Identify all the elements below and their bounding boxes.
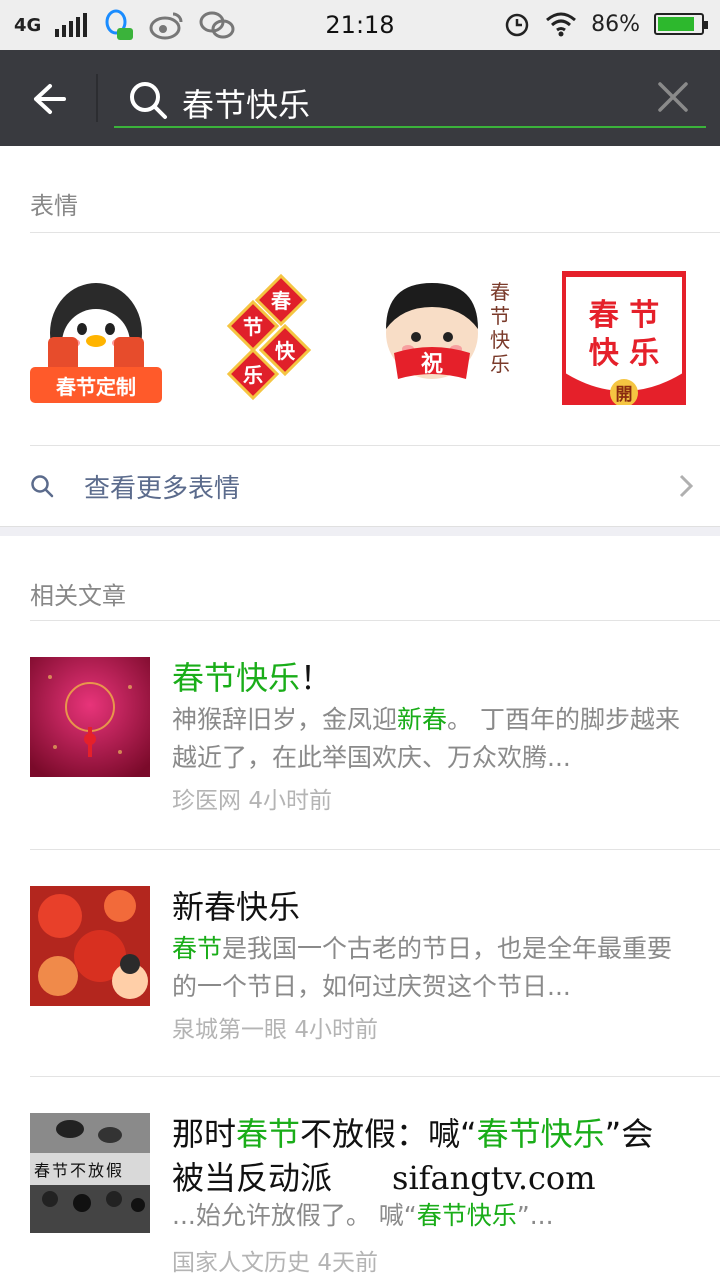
thumb-text: 春节不放假: [34, 1161, 125, 1180]
title-highlight: 春节快乐: [172, 659, 301, 697]
diamond-sign-icon: 春 节 快 乐: [226, 273, 312, 401]
desc-rest: 是我国一个古老的节日，也是全年最重要的一个节日，如何过庆贺这个节日...: [172, 934, 673, 1001]
article-source: 泉城第一眼: [172, 1017, 287, 1043]
article-meta: 珍医网 4小时前: [172, 781, 332, 815]
search-input[interactable]: 春节快乐: [114, 72, 706, 128]
sticker-red-envelope[interactable]: 春 节 快 乐 開: [558, 271, 690, 407]
status-bar: 4G 21:18 86%: [0, 0, 720, 50]
article-thumbnail: [30, 886, 150, 1006]
sticker3-char-2: 节: [490, 304, 510, 328]
sticker3-char-1: 春: [490, 280, 510, 304]
sticker2-char-4: 乐: [243, 363, 263, 387]
sticker4-line-2: 快 乐: [589, 336, 659, 371]
article-item[interactable]: 新春快乐 春节是我国一个古老的节日，也是全年最重要的一个节日，如何过庆贺这个节日…: [0, 850, 720, 1076]
desc-prefix: ...始允许放假了。 喊“: [172, 1201, 417, 1230]
watermark-text: sifangtv.com: [392, 1159, 596, 1197]
desc-prefix: 神猴辞旧岁，金凤迎: [172, 705, 398, 734]
search-icon: [130, 82, 167, 119]
article-time: 4天前: [317, 1250, 378, 1276]
article-desc: 神猴辞旧岁，金凤迎新春。 丁酉年的脚步越来越近了，在此举国欢庆、万众欢腾...: [172, 701, 692, 777]
article-meta: 泉城第一眼 4小时前: [172, 1010, 378, 1044]
search-header: 春节快乐: [0, 50, 720, 146]
article-title-line2: 被当反动派 sifangtv.com: [172, 1153, 596, 1199]
sticker3-badge: 祝: [421, 352, 443, 377]
search-query: 春节快乐: [182, 86, 311, 124]
title-part: ”会: [604, 1115, 654, 1153]
article-time: 4小时前: [248, 788, 332, 814]
title-highlight: 春节: [236, 1115, 301, 1153]
article-time: 4小时前: [294, 1017, 378, 1043]
article-title: 那时春节不放假：喊“春节快乐”会: [172, 1109, 653, 1155]
desc-highlight: 新春: [397, 705, 448, 734]
title-highlight: 春节快乐: [476, 1115, 605, 1153]
article-source: 珍医网: [172, 788, 241, 814]
sticker-penguin[interactable]: 春节定制: [30, 271, 162, 405]
alarm-icon: [505, 13, 529, 37]
chevron-right-icon: [679, 474, 694, 498]
article-meta: 国家人文历史 4天前: [172, 1243, 378, 1277]
battery-percent: 86%: [591, 11, 640, 37]
section-title: 相关文章: [30, 582, 126, 610]
desc-highlight: 春节: [172, 934, 223, 963]
wifi-icon: [546, 12, 577, 37]
section-title: 表情: [30, 192, 78, 220]
article-thumbnail: [30, 657, 150, 777]
sticker3-char-4: 乐: [490, 352, 510, 376]
sticker-row: 春节定制 春 节 快 乐 祝 春 节 快 乐 春 节 快 乐 開: [0, 233, 720, 445]
sticker-diamonds[interactable]: 春 节 快 乐: [212, 271, 322, 405]
battery-icon: [654, 13, 708, 35]
article-title: 新春快乐: [172, 888, 301, 926]
articles-section: 相关文章 春节快乐！ 神猴辞旧岁，金凤迎新春。 丁酉年的脚步越来越近了，在此举国…: [0, 536, 720, 1280]
sticker4-line-1: 春 节: [589, 298, 659, 333]
header-divider: [96, 74, 98, 122]
sticker3-char-3: 快: [490, 328, 510, 352]
title-part: 那时: [172, 1115, 237, 1153]
more-stickers-label: 查看更多表情: [84, 474, 241, 504]
desc-rest: ”...: [516, 1201, 554, 1230]
section-gap: [0, 526, 720, 536]
clear-icon[interactable]: [656, 80, 690, 114]
sticker2-char-3: 快: [275, 339, 296, 363]
sticker4-badge: 開: [616, 385, 633, 405]
desc-highlight: 春节快乐: [416, 1201, 517, 1230]
sticker2-char-2: 节: [243, 315, 263, 339]
sticker2-char-1: 春: [270, 289, 292, 313]
stickers-section: 表情 春节定制 春 节 快 乐 祝 春 节 快 乐 春 节 快 乐 開 查看更多…: [0, 146, 720, 526]
article-thumbnail: 春节不放假: [30, 1113, 150, 1233]
article-item[interactable]: 春节不放假 那时春节不放假：喊“春节快乐”会 被当反动派 sifangtv.com…: [0, 1077, 720, 1280]
title-part: 不放假：喊“: [300, 1115, 477, 1153]
article-desc: ...始允许放假了。 喊“春节快乐”...: [172, 1197, 692, 1235]
article-item[interactable]: 春节快乐！ 神猴辞旧岁，金凤迎新春。 丁酉年的脚步越来越近了，在此举国欢庆、万众…: [0, 621, 720, 849]
article-title: 春节快乐！: [172, 653, 332, 699]
article-source: 国家人文历史: [172, 1250, 310, 1276]
article-desc: 春节是我国一个古老的节日，也是全年最重要的一个节日，如何过庆贺这个节日...: [172, 930, 692, 1006]
red-envelope-icon: 春 节 快 乐 開: [562, 271, 686, 407]
sticker-girl[interactable]: 祝 春 节 快 乐: [382, 271, 518, 405]
title-line2: 被当反动派: [172, 1159, 333, 1197]
sticker-badge: 春节定制: [56, 375, 136, 399]
back-arrow-icon[interactable]: [30, 80, 68, 118]
search-small-icon: [31, 475, 54, 498]
title-rest: ！: [300, 659, 333, 697]
more-stickers-link[interactable]: 查看更多表情: [0, 446, 720, 526]
girl-icon: 祝 春 节 快 乐: [386, 280, 510, 379]
